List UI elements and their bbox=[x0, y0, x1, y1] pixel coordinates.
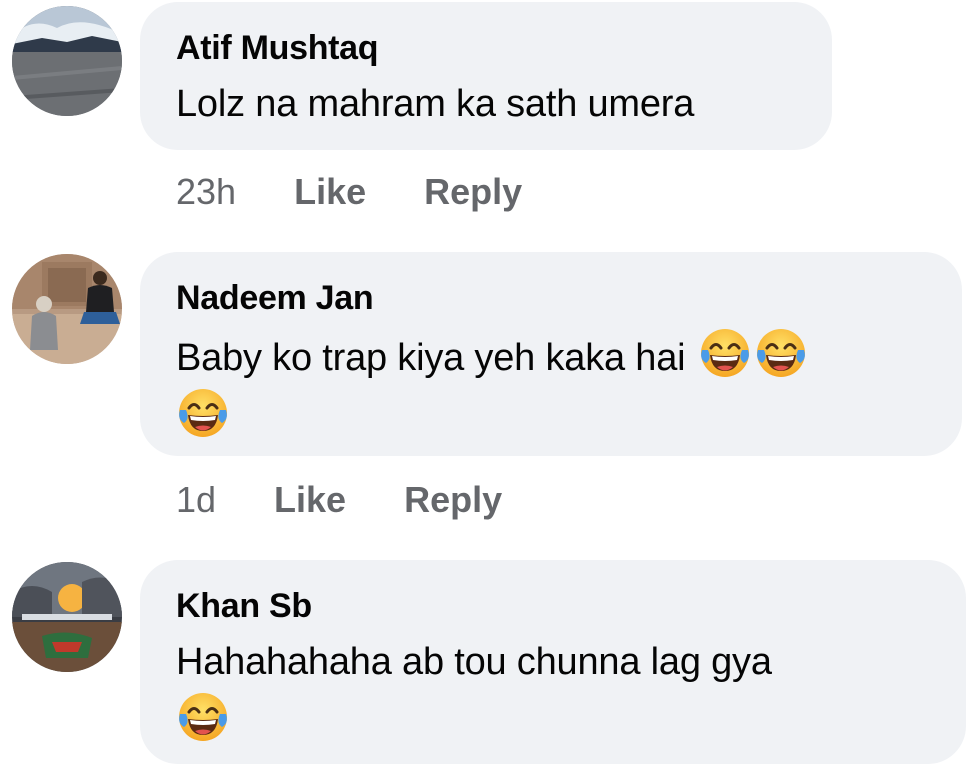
comment-author[interactable]: Khan Sb bbox=[176, 586, 932, 626]
like-button[interactable]: Like bbox=[274, 479, 346, 520]
comment-author[interactable]: Atif Mushtaq bbox=[176, 28, 798, 68]
avatar[interactable] bbox=[12, 6, 122, 116]
face-with-tears-of-joy-icon bbox=[176, 690, 230, 744]
comment-text-content: Hahahahaha ab tou chunna lag gya bbox=[176, 641, 772, 683]
face-with-tears-of-joy-icon bbox=[698, 326, 752, 380]
comment-time[interactable]: 23h bbox=[176, 171, 236, 212]
scene-avatar-icon bbox=[12, 562, 122, 672]
comment-time[interactable]: 1d bbox=[176, 479, 216, 520]
comment-actions: 23h Like Reply bbox=[176, 172, 580, 212]
landscape-avatar-icon bbox=[12, 6, 122, 116]
like-button[interactable]: Like bbox=[294, 171, 366, 212]
comment-bubble: Nadeem Jan Baby ko trap kiya yeh kaka ha… bbox=[140, 252, 962, 456]
comment-text: Lolz na mahram ka sath umera bbox=[176, 83, 695, 125]
reply-button[interactable]: Reply bbox=[424, 171, 522, 212]
face-with-tears-of-joy-icon bbox=[176, 386, 230, 440]
face-with-tears-of-joy-icon bbox=[754, 326, 808, 380]
comment-text-content: Baby ko trap kiya yeh kaka hai bbox=[176, 337, 686, 379]
people-avatar-icon bbox=[12, 254, 122, 364]
comment-actions: 1d Like Reply bbox=[176, 480, 560, 520]
avatar[interactable] bbox=[12, 562, 122, 672]
comment-bubble: Atif Mushtaq Lolz na mahram ka sath umer… bbox=[140, 2, 832, 150]
comment-bubble: Khan Sb Hahahahaha ab tou chunna lag gya bbox=[140, 560, 966, 764]
reply-button[interactable]: Reply bbox=[404, 479, 502, 520]
avatar[interactable] bbox=[12, 254, 122, 364]
comment-author[interactable]: Nadeem Jan bbox=[176, 278, 928, 318]
comment-text: Baby ko trap kiya yeh kaka hai bbox=[176, 326, 928, 446]
comment-text: Hahahahaha ab tou chunna lag gya bbox=[176, 634, 932, 750]
